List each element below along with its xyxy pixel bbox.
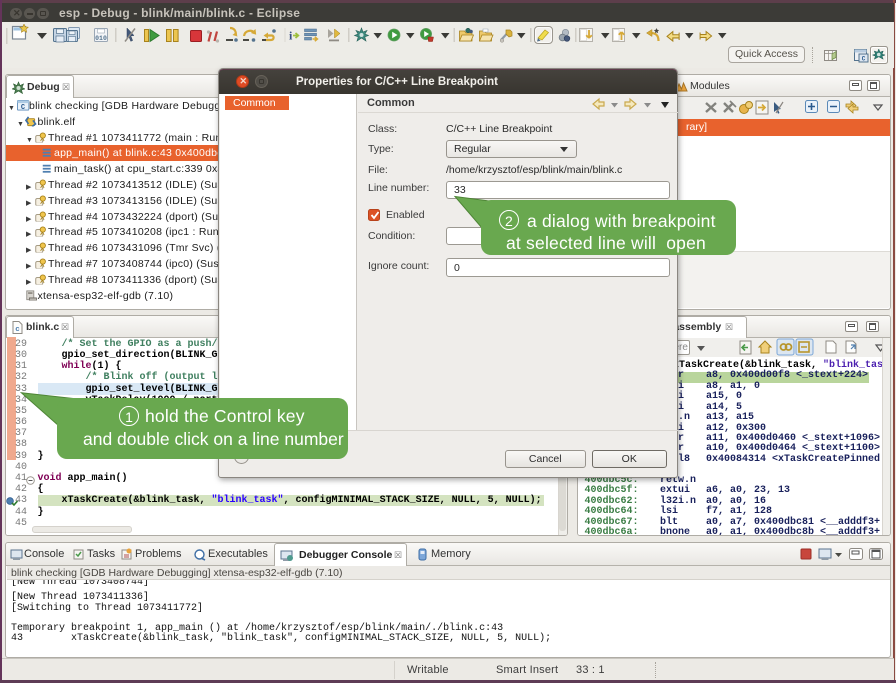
svg-text:i: i xyxy=(289,29,293,43)
svg-text:010: 010 xyxy=(95,35,107,42)
svg-text:c: c xyxy=(15,326,20,334)
svg-text:C: C xyxy=(862,56,866,63)
svg-text:C: C xyxy=(20,104,25,111)
